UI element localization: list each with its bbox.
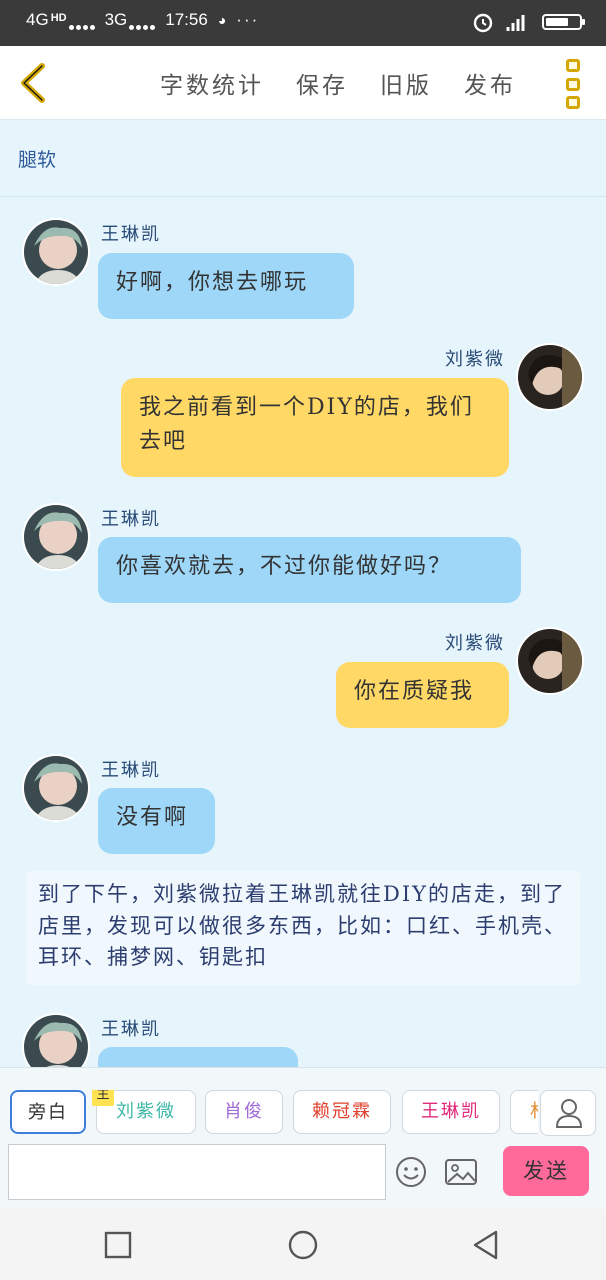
sender-name: 刘紫微 xyxy=(445,633,505,654)
person-icon xyxy=(555,1099,583,1128)
header-menu: 字数统计 保存 旧版 发布 xyxy=(160,66,516,100)
publish-button[interactable]: 发布 xyxy=(464,66,516,100)
message-bubble[interactable]: 我之前看到一个DIY的店，我们去吧 xyxy=(121,378,509,477)
recent-apps-icon[interactable] xyxy=(102,1229,134,1261)
message-bubble[interactable]: 没有啊 xyxy=(98,788,215,854)
sender-name: 刘紫微 xyxy=(445,349,505,370)
signal-3g-icon: 3G xyxy=(105,10,156,30)
role-lai[interactable]: 赖冠霖 xyxy=(293,1090,391,1134)
role-label: 刘紫微 xyxy=(116,1101,176,1122)
system-nav-bar xyxy=(0,1209,606,1280)
sender-name: 王琳凯 xyxy=(101,509,161,530)
role-lin[interactable]: 林 xyxy=(510,1090,538,1134)
role-label: 林 xyxy=(530,1101,538,1122)
message-bubble[interactable]: 你在质疑我 xyxy=(336,662,509,728)
more-menu-icon[interactable] xyxy=(566,59,582,109)
message-bubble[interactable]: 好啊，你想去哪玩 xyxy=(98,253,354,319)
main-role-badge: 主 xyxy=(92,1090,114,1106)
old-version-button[interactable]: 旧版 xyxy=(380,66,432,100)
message-bubble[interactable]: 你喜欢就去，不过你能做好吗？ xyxy=(98,537,521,603)
clock: 17:56 xyxy=(165,10,208,29)
role-label: 赖冠霖 xyxy=(312,1101,372,1122)
role-xiao[interactable]: 肖俊 xyxy=(205,1090,283,1134)
avatar-liu[interactable] xyxy=(516,343,584,411)
story-title[interactable]: 腿软 xyxy=(18,145,56,172)
save-button[interactable]: 保存 xyxy=(296,66,348,100)
role-selector: 旁白 主 刘紫微 肖俊 赖冠霖 王琳凯 林 xyxy=(8,1090,538,1136)
message-input[interactable] xyxy=(8,1144,386,1200)
message-icon: ◕ xyxy=(217,12,227,28)
alarm-icon xyxy=(473,13,493,33)
role-label: 肖俊 xyxy=(224,1101,264,1122)
network-label-4g: 4G xyxy=(26,10,49,29)
message-bubble[interactable]: …… xyxy=(98,1047,298,1067)
story-title-row: 腿软 xyxy=(0,121,606,197)
more-dots-icon: ··· xyxy=(236,10,260,29)
send-button[interactable]: 发送 xyxy=(503,1146,589,1196)
word-count-button[interactable]: 字数统计 xyxy=(160,66,264,100)
network-label-3g: 3G xyxy=(104,10,128,29)
chat-area[interactable]: 腿软 王琳凯 好啊，你想去哪玩 刘紫微 我之前看到一个DIY的店，我们去吧 王琳… xyxy=(0,121,606,1067)
avatar-wang[interactable] xyxy=(22,1013,90,1067)
role-label: 王琳凯 xyxy=(421,1101,481,1122)
avatar-wang[interactable] xyxy=(22,218,90,286)
battery-icon xyxy=(542,14,585,30)
top-toolbar: 字数统计 保存 旧版 发布 xyxy=(0,46,606,120)
emoji-icon[interactable] xyxy=(395,1156,427,1188)
home-icon[interactable] xyxy=(287,1229,319,1261)
role-label: 旁白 xyxy=(28,1102,68,1123)
composer: 旁白 主 刘紫微 肖俊 赖冠霖 王琳凯 林 发送 xyxy=(0,1067,606,1209)
role-narrator[interactable]: 旁白 xyxy=(10,1090,86,1134)
sender-name: 王琳凯 xyxy=(101,1019,161,1040)
status-bar: 4G HD 3G 17:56 ◕ ··· xyxy=(0,0,606,46)
avatar-wang[interactable] xyxy=(22,503,90,571)
sender-name: 王琳凯 xyxy=(101,224,161,245)
add-character-button[interactable] xyxy=(540,1090,596,1136)
back-arrow-icon[interactable] xyxy=(14,60,54,106)
role-wang[interactable]: 王琳凯 xyxy=(402,1090,500,1134)
sender-name: 王琳凯 xyxy=(101,760,161,781)
signal-4g-icon: 4G HD xyxy=(26,10,95,30)
network-sup-hd: HD xyxy=(50,12,67,24)
narration-block[interactable]: 到了下午，刘紫微拉着王琳凯就往DIY的店走，到了店里，发现可以做很多东西，比如：… xyxy=(26,871,580,985)
wifi-icon xyxy=(506,15,525,31)
image-icon[interactable] xyxy=(444,1156,478,1188)
avatar-liu[interactable] xyxy=(516,627,584,695)
back-triangle-icon[interactable] xyxy=(470,1229,502,1261)
avatar-wang[interactable] xyxy=(22,754,90,822)
